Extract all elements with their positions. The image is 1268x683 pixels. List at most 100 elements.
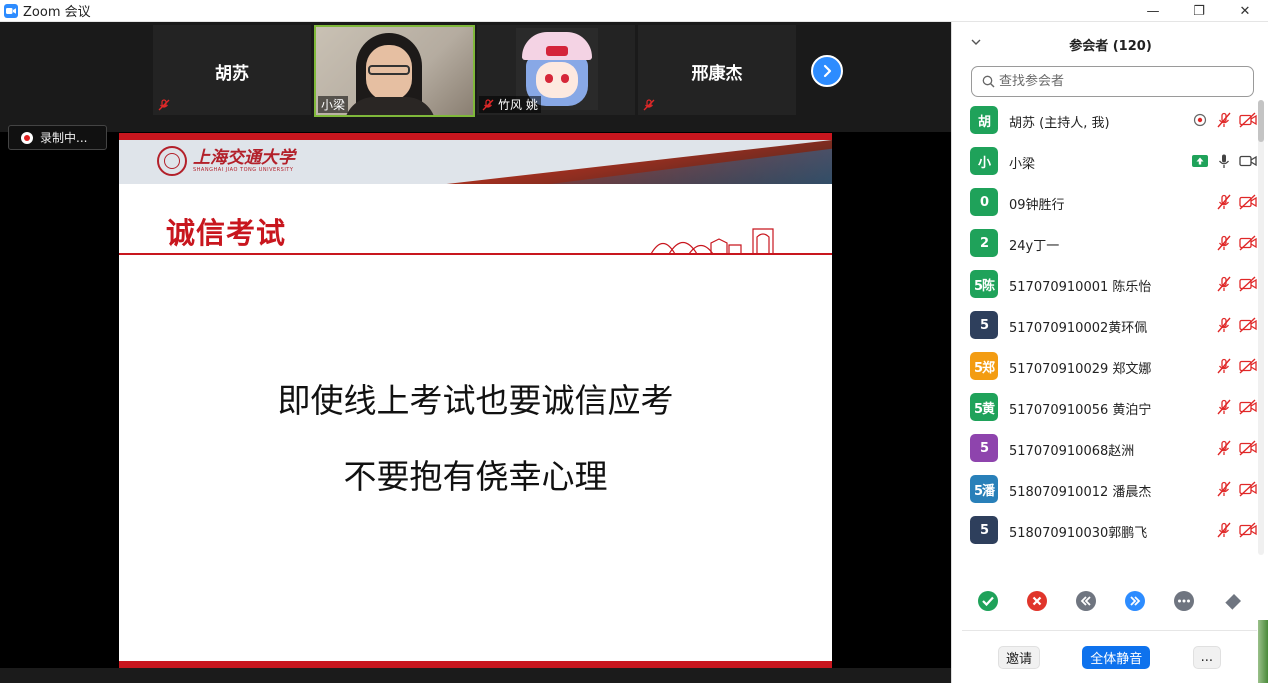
participant-avatar: 0 (970, 188, 998, 216)
slide-text-line-1: 即使线上考试也要诚信应考 (277, 381, 674, 420)
participant-status-icons (1209, 439, 1257, 457)
mic-muted-icon[interactable] (1215, 316, 1233, 334)
video-camera-icon[interactable] (1239, 152, 1257, 170)
shared-slide: 上海交通大学 SHANGHAI JIAO TONG UNIVERSITY 诚信考… (119, 133, 832, 668)
participant-name: 小梁 (1009, 157, 1036, 172)
slide-bottom-bar (119, 661, 832, 668)
minimize-button[interactable]: — (1130, 0, 1176, 22)
video-off-icon[interactable] (1239, 111, 1257, 129)
video-off-icon[interactable] (1239, 275, 1257, 293)
participant-status-icons (1209, 357, 1257, 375)
participant-row[interactable]: 5 517070910002黄环佩 (952, 305, 1257, 346)
university-name-cn: 上海交通大学 (193, 147, 295, 168)
video-off-icon[interactable] (1239, 193, 1257, 211)
participant-row[interactable]: 0 09钟胜行 (952, 182, 1257, 223)
meeting-video-area: 胡苏 小梁 竹风 姚 邢康杰 录制中... 上海交通大学 SHANGHAI JI… (0, 22, 951, 683)
tile-tag-name: 小梁 (321, 98, 346, 112)
more-icon[interactable] (1173, 590, 1195, 612)
participant-status-icons (1185, 111, 1257, 129)
window-title: Zoom 会议 (23, 5, 91, 20)
mic-muted-icon[interactable] (1215, 439, 1233, 457)
video-thumbnail-strip: 胡苏 小梁 竹风 姚 邢康杰 (0, 22, 951, 132)
more-options-button[interactable]: ... (1192, 645, 1221, 669)
participant-avatar: 5潘 (970, 475, 998, 503)
participant-row[interactable]: 5潘 518070910012 潘晨杰 (952, 469, 1257, 510)
participant-status-icons (1209, 521, 1257, 539)
x-icon[interactable] (1026, 590, 1048, 612)
video-off-icon[interactable] (1239, 234, 1257, 252)
slide-top-bar (119, 133, 832, 140)
participant-status-icons (1209, 275, 1257, 293)
eraser-icon[interactable] (1222, 590, 1244, 612)
video-off-icon[interactable] (1239, 398, 1257, 416)
campus-skyline-icon (649, 228, 789, 255)
video-off-icon[interactable] (1239, 521, 1257, 539)
participant-avatar: 5 (970, 434, 998, 462)
video-off-icon[interactable] (1239, 439, 1257, 457)
video-tile-hu-su[interactable]: 胡苏 (153, 25, 311, 115)
check-icon[interactable] (977, 590, 999, 612)
participant-row[interactable]: 5陈 517070910001 陈乐怡 (952, 264, 1257, 305)
participant-avatar: 5 (970, 311, 998, 339)
participant-list: 胡胡苏 (主持人, 我) 小小梁 0 09钟胜行 2 24y丁一 5陈 51707091000… (952, 100, 1257, 551)
video-tile-xing-kang-jie[interactable]: 邢康杰 (638, 25, 796, 115)
mic-muted-icon[interactable] (1215, 357, 1233, 375)
mic-muted-icon[interactable] (1215, 275, 1233, 293)
mic-muted-icon[interactable] (1215, 521, 1233, 539)
participant-status-icons (1185, 152, 1257, 170)
fast-forward-icon[interactable] (1124, 590, 1146, 612)
participant-status-icons (1209, 193, 1257, 211)
invite-button[interactable]: 邀请 (998, 645, 1041, 669)
mic-muted-icon[interactable] (1215, 193, 1233, 211)
participant-avatar: 5郑 (970, 352, 998, 380)
chevron-right-icon (823, 64, 832, 78)
share-screen-icon (1191, 152, 1209, 170)
university-name-en: SHANGHAI JIAO TONG UNIVERSITY (193, 166, 294, 173)
participant-name: 517070910002黄环佩 (1009, 321, 1148, 336)
participant-avatar: 小 (970, 147, 998, 175)
participants-panel: 参会者 (120) 胡胡苏 (主持人, 我)小小梁009钟胜行224y丁一5陈5… (951, 22, 1268, 683)
video-off-icon[interactable] (1239, 480, 1257, 498)
slide-text-line-2: 不要抱有侥幸心理 (343, 457, 608, 496)
recording-indicator[interactable]: 录制中... (8, 125, 107, 150)
participant-row[interactable]: 胡胡苏 (主持人, 我) (952, 100, 1257, 141)
participants-footer: 邀请 全体静音 ... (962, 630, 1257, 683)
video-tile-zhu-feng-yao[interactable]: 竹风 姚 (477, 25, 635, 115)
participant-row[interactable]: 小小梁 (952, 141, 1257, 182)
video-tile-xiao-liang[interactable]: 小梁 (314, 25, 475, 117)
participants-header: 参会者 (120) (952, 22, 1268, 66)
participant-status-icons (1209, 234, 1257, 252)
mic-muted-icon[interactable] (1215, 480, 1233, 498)
mute-all-button[interactable]: 全体静音 (1082, 645, 1151, 669)
participant-avatar: 5 (970, 516, 998, 544)
microphone-icon[interactable] (1215, 152, 1233, 170)
participant-name: 517070910056 黄泊宁 (1009, 403, 1152, 418)
participant-avatar: 2 (970, 229, 998, 257)
next-page-button[interactable] (811, 55, 843, 87)
participant-row[interactable]: 2 24y丁一 (952, 223, 1257, 264)
search-input[interactable] (999, 74, 1239, 89)
participant-row[interactable]: 5郑 517070910029 郑文娜 (952, 346, 1257, 387)
participant-list-scrollbar[interactable] (1258, 100, 1264, 555)
participant-search-box[interactable] (971, 66, 1254, 97)
video-off-icon[interactable] (1239, 316, 1257, 334)
participant-row[interactable]: 5 518070910030郭鹏飞 (952, 510, 1257, 551)
video-off-icon[interactable] (1239, 357, 1257, 375)
maximize-button[interactable]: ❐ (1176, 0, 1222, 22)
mic-muted-icon (643, 98, 655, 110)
mic-muted-icon[interactable] (1215, 111, 1233, 129)
mic-muted-icon (158, 98, 170, 110)
record-icon (21, 131, 33, 144)
mic-muted-icon[interactable] (1215, 234, 1233, 252)
search-icon (982, 75, 995, 88)
chevron-down-icon[interactable] (970, 36, 982, 48)
nonverbal-feedback-bar (952, 590, 1268, 616)
participant-row[interactable]: 5 517070910068赵洲 (952, 428, 1257, 469)
tile-display-name: 胡苏 (215, 64, 249, 84)
mic-muted-icon[interactable] (1215, 398, 1233, 416)
participant-row[interactable]: 5黄 517070910056 黄泊宁 (952, 387, 1257, 428)
participant-name: 胡苏 (主持人, 我) (1009, 116, 1110, 131)
participant-name: 518070910030郭鹏飞 (1009, 526, 1148, 541)
rewind-icon[interactable] (1075, 590, 1097, 612)
close-button[interactable]: ✕ (1222, 0, 1268, 22)
